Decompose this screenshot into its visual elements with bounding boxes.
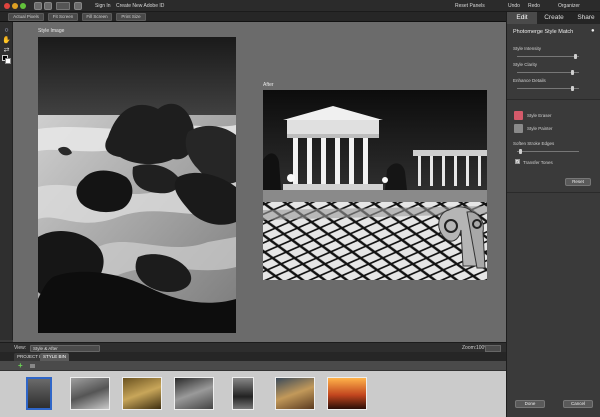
enhance-details-label: Enhance Details bbox=[513, 78, 546, 83]
style-thumbnail[interactable] bbox=[122, 377, 162, 410]
view-select[interactable]: Style & After bbox=[30, 344, 100, 352]
view-options-bar: Actual Pixels Fit Screen Fill Screen Pri… bbox=[0, 12, 506, 22]
soften-stroke-edges-knob[interactable] bbox=[518, 149, 522, 154]
title-bar: Sign In Create New Adobe ID Reset Panels… bbox=[0, 0, 600, 12]
remove-style-icon[interactable] bbox=[30, 364, 35, 368]
style-thumbnail[interactable] bbox=[327, 377, 367, 410]
seascape-photo bbox=[38, 37, 236, 333]
panel-divider bbox=[507, 99, 600, 100]
style-thumbnail[interactable] bbox=[70, 377, 110, 410]
transfer-tones-checkbox[interactable]: ✓ bbox=[515, 159, 520, 164]
style-clarity-label: Style Clarity bbox=[513, 62, 538, 67]
style-eraser-icon[interactable] bbox=[514, 111, 523, 120]
fill-screen-button[interactable]: Fill Screen bbox=[82, 13, 112, 21]
style-intensity-knob[interactable] bbox=[574, 54, 578, 59]
style-intensity-label: Style Intensity bbox=[513, 46, 542, 51]
enhance-details-knob[interactable] bbox=[571, 86, 575, 91]
workspace: Style Image After bbox=[13, 22, 506, 342]
zoom-label: Zoom: bbox=[462, 345, 477, 351]
zoom-slider[interactable] bbox=[485, 344, 501, 352]
add-style-icon[interactable]: + bbox=[18, 362, 23, 370]
style-thumbnail[interactable] bbox=[232, 377, 254, 410]
style-thumbnail[interactable] bbox=[275, 377, 315, 410]
temple-pool-photo bbox=[263, 90, 487, 280]
create-adobe-id-link[interactable]: Create New Adobe ID bbox=[116, 2, 164, 10]
zoom-window-icon[interactable] bbox=[20, 3, 26, 9]
screen-mode-icon[interactable] bbox=[74, 2, 82, 10]
home-screen-icon[interactable] bbox=[34, 2, 42, 10]
zoom-tool-icon[interactable]: ○ bbox=[2, 26, 11, 34]
edit-panel: Edit Create Share Photomerge Style Match… bbox=[506, 12, 600, 417]
tab-edit[interactable]: Edit bbox=[507, 12, 537, 24]
view-mode-dropdown[interactable] bbox=[56, 2, 70, 10]
view-select-value: Style & After bbox=[33, 345, 58, 351]
style-clarity-slider[interactable] bbox=[517, 70, 579, 75]
style-thumbnail[interactable] bbox=[26, 377, 52, 410]
style-eraser-label[interactable]: Style Eraser bbox=[527, 113, 552, 118]
soften-stroke-edges-label: Soften Stroke Edges bbox=[513, 141, 555, 146]
transfer-tones-label[interactable]: Transfer Tones bbox=[523, 160, 553, 165]
hand-tool-icon[interactable]: ✋ bbox=[2, 36, 11, 44]
undo-button[interactable]: Undo bbox=[508, 2, 520, 10]
reset-button[interactable]: Reset bbox=[565, 178, 591, 186]
swap-colors-icon[interactable]: ⇄ bbox=[2, 46, 11, 54]
enhance-details-slider[interactable] bbox=[517, 86, 579, 91]
redo-button[interactable]: Redo bbox=[528, 2, 540, 10]
view-label: View: bbox=[14, 345, 27, 351]
panel-divider bbox=[507, 192, 600, 193]
print-size-button[interactable]: Print Size bbox=[116, 13, 146, 21]
close-window-icon[interactable] bbox=[4, 3, 10, 9]
done-button[interactable]: Done bbox=[515, 400, 545, 408]
background-color-swatch[interactable] bbox=[5, 58, 11, 64]
bin-tabs: PROJECT BIN STYLE BIN bbox=[0, 352, 506, 361]
tab-style-bin[interactable]: STYLE BIN bbox=[40, 353, 70, 361]
style-image-label: Style Image bbox=[38, 28, 65, 34]
style-bin bbox=[0, 371, 506, 417]
panel-tabs: Edit Create Share bbox=[507, 12, 600, 24]
layout-icon[interactable] bbox=[44, 2, 52, 10]
soften-stroke-edges-slider[interactable] bbox=[517, 149, 579, 154]
toolbox: ○ ✋ ⇄ bbox=[0, 22, 13, 340]
style-image[interactable] bbox=[38, 37, 236, 333]
minimize-window-icon[interactable] bbox=[12, 3, 18, 9]
style-painter-icon[interactable] bbox=[514, 124, 523, 133]
style-intensity-slider[interactable] bbox=[517, 54, 579, 59]
style-thumbnail[interactable] bbox=[174, 377, 214, 410]
sign-in-link[interactable]: Sign In bbox=[95, 2, 111, 10]
after-label: After bbox=[263, 82, 274, 88]
tab-share[interactable]: Share bbox=[571, 12, 600, 24]
help-bulb-icon[interactable]: ● bbox=[591, 28, 595, 34]
tab-create[interactable]: Create bbox=[537, 12, 571, 24]
panel-title: Photomerge Style Match bbox=[513, 29, 574, 35]
fit-screen-button[interactable]: Fit Screen bbox=[48, 13, 78, 21]
organizer-button[interactable]: Organizer bbox=[558, 2, 580, 10]
status-bar: View: Style & After Zoom: 100% bbox=[0, 342, 506, 352]
photoshop-elements-window: Sign In Create New Adobe ID Reset Panels… bbox=[0, 0, 600, 417]
after-image[interactable] bbox=[263, 90, 487, 280]
bin-toolbar: + bbox=[0, 361, 506, 371]
style-clarity-knob[interactable] bbox=[571, 70, 575, 75]
cancel-button[interactable]: Cancel bbox=[563, 400, 593, 408]
actual-pixels-button[interactable]: Actual Pixels bbox=[8, 13, 44, 21]
style-painter-label[interactable]: Style Painter bbox=[527, 126, 553, 131]
reset-panels-button[interactable]: Reset Panels bbox=[455, 2, 485, 10]
